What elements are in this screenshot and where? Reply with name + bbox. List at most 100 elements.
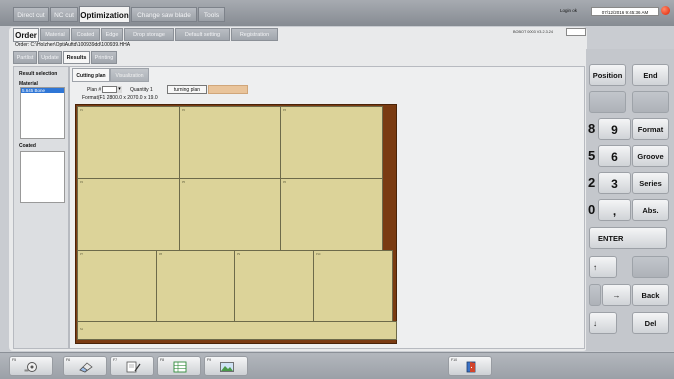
arrow-right-icon[interactable]: → — [602, 284, 631, 306]
version-box — [566, 28, 586, 36]
end-button[interactable]: End — [632, 64, 669, 86]
tab-printing[interactable]: Printing — [91, 51, 117, 64]
material-list[interactable]: 5.645 Bone — [20, 87, 65, 139]
series-button[interactable]: Series — [632, 172, 669, 194]
status-light-icon — [661, 6, 670, 15]
spreadsheet-icon — [173, 361, 187, 373]
chevron-down-icon[interactable]: ▾ — [116, 86, 122, 93]
digit-3-button[interactable]: 3 — [598, 172, 631, 194]
tab-default-setting[interactable]: Default setting — [175, 28, 230, 41]
key-label: F9 — [207, 358, 212, 362]
position-button[interactable]: Position — [589, 64, 626, 86]
tab-optimization[interactable]: Optimization — [79, 6, 130, 23]
material-list-item[interactable]: 5.645 Bone — [21, 88, 64, 93]
blank-key[interactable] — [632, 91, 669, 113]
comma-button[interactable]: , — [598, 199, 631, 221]
piece-label: P3 — [283, 109, 287, 112]
piece-label: P5 — [182, 181, 186, 184]
key-label: F10 — [451, 358, 458, 362]
saw-blade-icon — [24, 362, 37, 372]
document-pen-icon — [126, 361, 141, 373]
del-button[interactable]: Del — [632, 312, 669, 334]
f8-toolbar-button[interactable]: F8 — [157, 356, 201, 376]
plan-label: Plan # — [87, 87, 102, 93]
plate-piece[interactable]: P10 — [313, 250, 393, 322]
tab-coated[interactable]: Coated — [71, 28, 100, 41]
piece-label: P4 — [80, 181, 84, 184]
plate-piece[interactable]: P4 — [77, 178, 180, 251]
abs-button[interactable]: Abs. — [632, 199, 669, 221]
tab-edge[interactable]: Edge — [101, 28, 123, 41]
strip-label: S1 — [80, 328, 84, 331]
result-selection-panel: Result selection Material 5.645 Bone Coa… — [13, 66, 69, 349]
key-label: F8 — [160, 358, 165, 362]
tab-results[interactable]: Results — [63, 51, 90, 64]
piece-label: P2 — [182, 109, 186, 112]
turning-plan-button[interactable]: turning plan — [167, 85, 207, 94]
enter-button[interactable]: ENTER — [589, 227, 667, 249]
plate-piece[interactable]: P3 — [280, 106, 383, 179]
back-button[interactable]: Back — [632, 284, 669, 306]
tab-update[interactable]: Update — [38, 51, 62, 64]
tab-change-saw-blade[interactable]: Change saw blade — [131, 7, 197, 22]
plate-piece[interactable]: P7 — [77, 250, 157, 322]
date-time-display: 07/12/2016 9:45:36 AM — [591, 7, 659, 16]
piece-label: P9 — [237, 253, 241, 256]
exit-door-icon — [466, 361, 476, 373]
tab-tools[interactable]: Tools — [198, 7, 225, 22]
tab-material[interactable]: Material — [40, 28, 70, 41]
plate-strip[interactable]: S1 — [77, 321, 397, 340]
digit-6-button[interactable]: 6 — [598, 145, 631, 167]
arrow-down-icon[interactable]: ↓ — [589, 312, 617, 334]
format-button[interactable]: Format — [632, 118, 669, 140]
login-status: Login ok — [560, 8, 578, 13]
piece-label: P6 — [283, 181, 287, 184]
tab-order[interactable]: Order — [13, 28, 39, 42]
plate-piece[interactable]: P8 — [156, 250, 235, 322]
version-label: BOBOT 0003 V3.2.3.24 — [513, 30, 554, 34]
digit-5-button[interactable]: 5 — [588, 145, 595, 167]
piece-label: P7 — [80, 253, 84, 256]
tab-cutting-plan[interactable]: Cutting plan — [72, 68, 110, 82]
tab-direct-cut[interactable]: Direct cut — [13, 7, 49, 22]
plate-piece[interactable]: P9 — [234, 250, 314, 322]
tab-registration[interactable]: Registration — [231, 28, 278, 41]
piece-label: P8 — [159, 253, 163, 256]
order-path: Order: C:\Holzher\OptiAuftd\100939dd\100… — [15, 42, 131, 48]
coated-list[interactable] — [20, 151, 65, 203]
digit-9-button[interactable]: 9 — [598, 118, 631, 140]
f6-toolbar-button[interactable]: F6 — [63, 356, 107, 376]
blank-key[interactable] — [632, 256, 669, 278]
plate-piece[interactable]: P5 — [179, 178, 281, 251]
f10-toolbar-button[interactable]: F10 — [448, 356, 492, 376]
groove-button[interactable]: Groove — [632, 145, 669, 167]
cutting-plan-plate: P1 P2 P3 P4 P5 P6 P7 P8 P9 P10 S1 — [75, 104, 397, 344]
blank-key[interactable] — [589, 284, 601, 306]
key-label: F7 — [113, 358, 118, 362]
piece-label: P10 — [316, 253, 321, 256]
plate-piece[interactable]: P6 — [280, 178, 383, 251]
plate-piece[interactable]: P1 — [77, 106, 180, 179]
result-selection-title: Result selection — [19, 71, 58, 77]
coated-label: Coated — [19, 143, 36, 149]
image-view-icon — [220, 362, 234, 372]
f9-toolbar-button[interactable]: F9 — [204, 356, 248, 376]
plate-piece[interactable]: P2 — [179, 106, 281, 179]
tab-partlist[interactable]: Partlist — [13, 51, 37, 64]
tab-drop-storage[interactable]: Drop storage — [124, 28, 174, 41]
digit-2-button[interactable]: 2 — [588, 172, 595, 194]
digit-8-button[interactable]: 8 — [588, 118, 595, 140]
arrow-up-icon[interactable]: ↑ — [589, 256, 617, 278]
key-label: F5 — [12, 358, 17, 362]
eraser-icon — [79, 362, 93, 373]
tab-nc-cut[interactable]: NC cut — [50, 7, 78, 22]
key-label: F6 — [66, 358, 71, 362]
digit-0-button[interactable]: 0 — [588, 199, 595, 221]
turning-plan-field[interactable] — [208, 85, 248, 94]
f5-toolbar-button[interactable]: F5 — [9, 356, 53, 376]
piece-label: P1 — [80, 109, 84, 112]
f7-toolbar-button[interactable]: F7 — [110, 356, 154, 376]
tab-visualization[interactable]: Visualization — [110, 68, 149, 82]
blank-key[interactable] — [589, 91, 626, 113]
quantity-label: Quantity 1 — [130, 87, 153, 93]
